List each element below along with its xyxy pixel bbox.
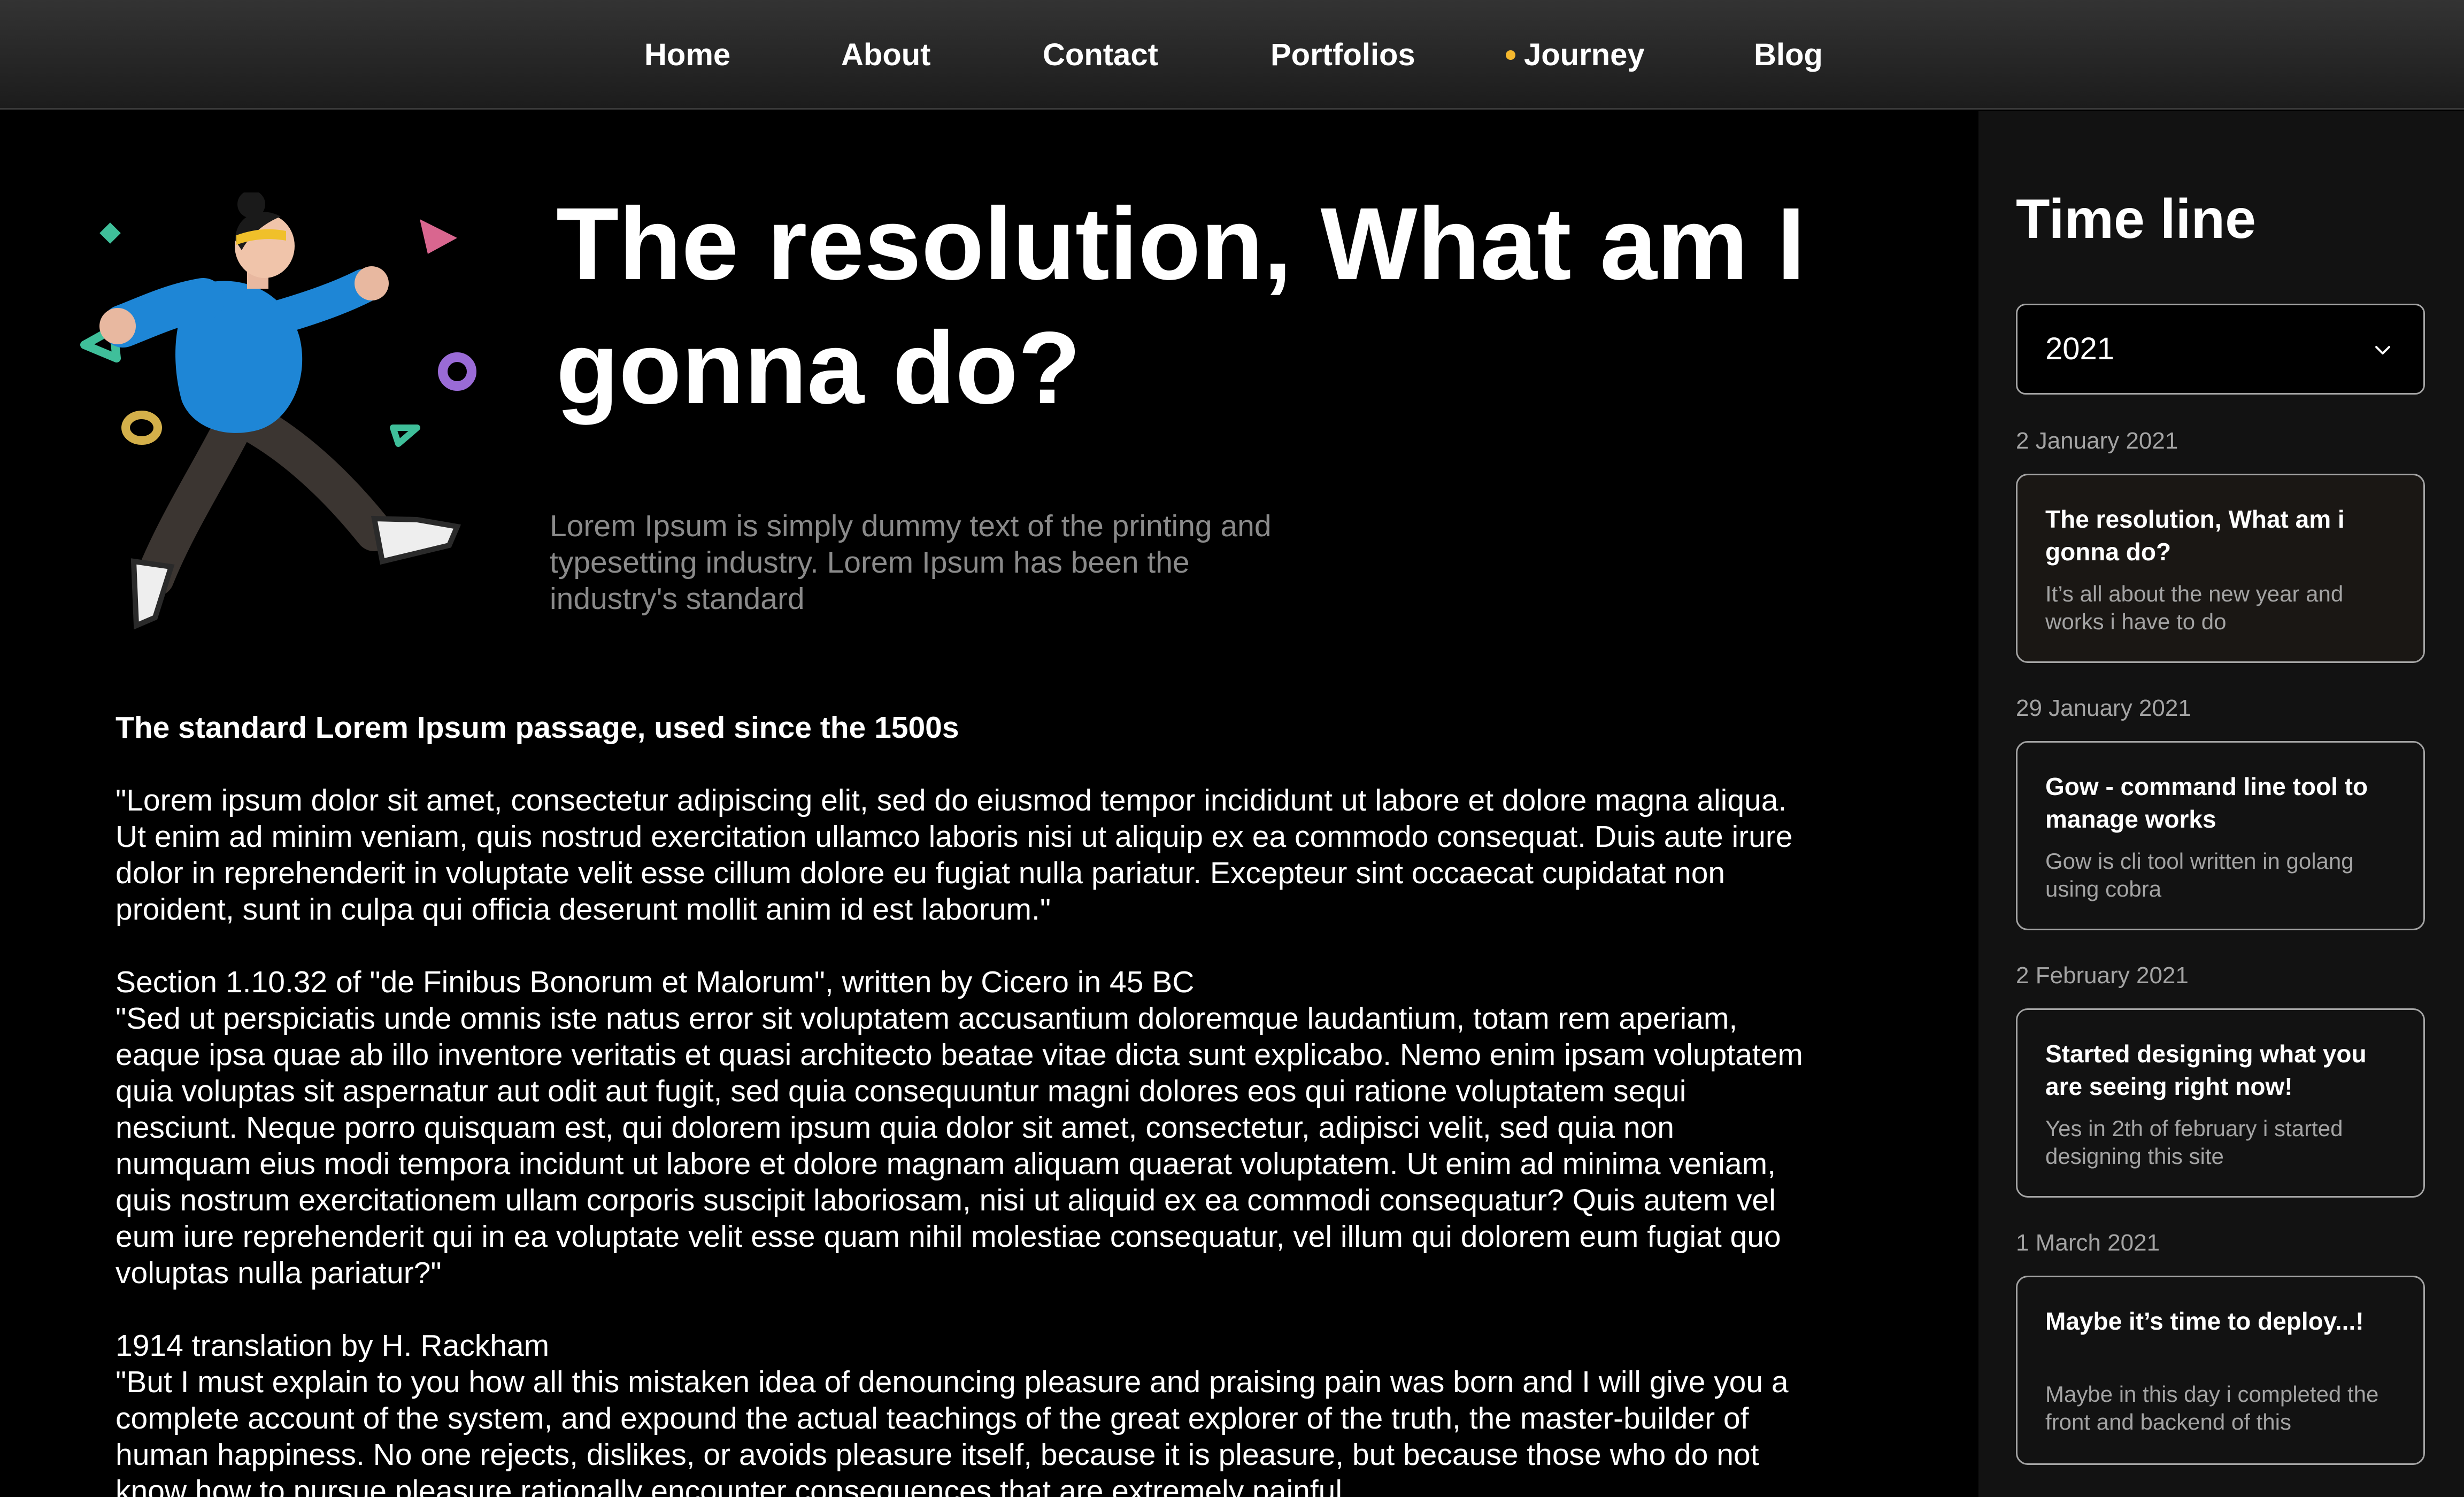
timeline-card-description: Gow is cli tool written in golang using … [2045,848,2354,901]
nav-item-about[interactable]: About [841,0,931,110]
timeline-card[interactable]: Gow - command line tool to manage works … [2016,741,2425,930]
page-title: The resolution, What am I gonna do? [556,186,1806,425]
article-section: 1914 translation by H. Rackham "But I mu… [116,1328,1816,1497]
page-subtitle: Lorem Ipsum is simply dummy text of the … [550,509,1272,616]
chevron-down-icon [2375,346,2390,354]
timeline-card-title: Gow - command line tool to manage works [2045,773,2368,833]
nav-item-contact[interactable]: Contact [1043,0,1158,110]
hand [99,308,136,344]
confetti-ring [438,352,476,391]
timeline-card-description: It’s all about the new year and works i … [2045,581,2344,634]
timeline-date: 29 January 2021 [2016,695,2191,721]
nav-item-portfolios[interactable]: Portfolios [1270,0,1415,110]
year-select[interactable]: 2021 [2016,304,2425,395]
active-indicator-dot [1506,50,1515,60]
timeline-card[interactable]: The resolution, What am i gonna do? It’s… [2016,474,2425,663]
confetti-diamond [99,222,121,244]
nav-item-home[interactable]: Home [644,0,730,110]
nav-item-journey[interactable]: Journey [1506,0,1645,110]
nav-label: Home [644,37,731,72]
nav-item-blog[interactable]: Blog [1754,0,1823,110]
timeline-card-description: Maybe in this day i completed the front … [2045,1382,2379,1434]
nav-label: About [841,37,931,72]
confetti-ring [121,411,162,445]
leg [136,403,255,597]
timeline-date: 2 February 2021 [2016,962,2189,989]
nav-label: Contact [1043,37,1158,72]
timeline-date: 2 January 2021 [2016,428,2178,454]
section-body: "Sed ut perspiciatis unde omnis iste nat… [116,1001,1803,1290]
timeline-card-title: The resolution, What am i gonna do? [2045,505,2345,566]
timeline-card[interactable]: Started designing what you are seeing ri… [2016,1008,2425,1198]
confetti-triangle [420,219,457,254]
leg [232,403,394,551]
timeline-card-title: Maybe it’s time to deploy...! [2045,1307,2364,1335]
section-heading: 1914 translation by H. Rackham [116,1329,550,1363]
timeline-date: 1 March 2021 [2016,1230,2160,1256]
timeline-sidebar: Time line 2021 2 January 2021 The resolu… [1978,111,2464,1497]
timeline-card[interactable]: Maybe it’s time to deploy...! Maybe in t… [2016,1276,2425,1465]
article-paragraph: "Lorem ipsum dolor sit amet, consectetur… [116,783,1793,927]
timeline-card-description: Yes in 2th of february i started designi… [2045,1116,2343,1169]
nav-label: Journey [1524,37,1645,72]
year-select-value: 2021 [2045,331,2115,366]
confetti-triangle-outline [390,425,420,447]
sidebar-title: Time line [2016,188,2256,250]
hand [355,266,389,300]
article-section: Section 1.10.32 of "de Finibus Bonorum e… [116,964,1816,1291]
section-heading: Section 1.10.32 of "de Finibus Bonorum e… [116,965,1195,999]
running-person-illustration [80,192,476,630]
article-body: The standard Lorem Ipsum passage, used s… [116,709,1816,1497]
nav-label: Portfolios [1270,37,1415,72]
section-body: "But I must explain to you how all this … [116,1365,1789,1497]
shoe [371,515,461,565]
timeline-card-title: Started designing what you are seeing ri… [2045,1040,2367,1100]
top-navigation-bar: Home About Contact Portfolios Journey Bl… [0,0,2464,110]
nav-label: Blog [1754,37,1823,72]
arm [250,269,381,338]
article-heading: The standard Lorem Ipsum passage, used s… [116,711,959,745]
